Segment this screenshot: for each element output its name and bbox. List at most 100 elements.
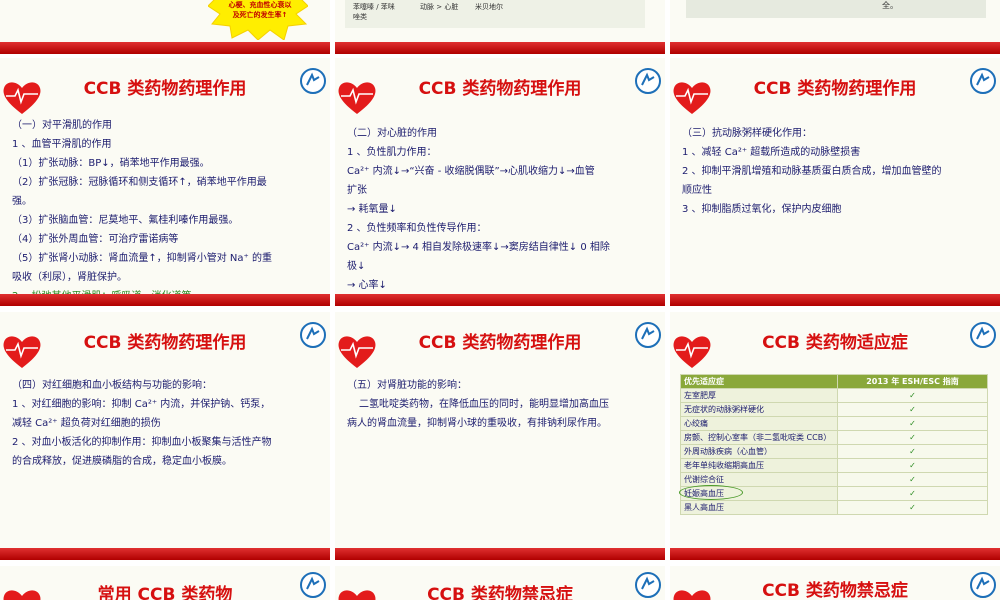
slide-pharmacology-1[interactable]: CCB 类药物药理作用 （一）对平滑肌的作用 1 、血管平滑肌的作用 （1）扩张… xyxy=(0,58,330,306)
text-line: Ca²⁺ 内流↓→ 4 相自发除极速率↓→窦房结自律性↓ 0 相除 xyxy=(347,242,610,253)
text-line: 2 、对血小板活化的抑制作用：抑制血小板聚集与活性产物 xyxy=(12,437,272,448)
university-logo-icon xyxy=(635,572,661,598)
text-line: （3）扩张脑血管：尼莫地平、氟桂利嗪作用最强。 xyxy=(12,215,239,226)
table-row: 左室肥厚 ✓ xyxy=(680,388,988,403)
bottom-red-bar xyxy=(0,548,330,560)
table-cell: 米贝地尔 xyxy=(475,3,503,11)
slide-common-drugs[interactable]: 常用 CCB 类药物 xyxy=(0,566,330,600)
check-icon: ✓ xyxy=(837,416,988,431)
slide-indications[interactable]: CCB 类药物适应症 优先适应症 2013 年 ESH/ESC 指南 左室肥厚 ✓… xyxy=(670,312,1000,560)
text-line: （四）对红细胞和血小板结构与功能的影响： xyxy=(12,380,212,391)
table-cell: 房颤、控制心室率（非二氢吡啶类 CCB） xyxy=(680,430,838,445)
university-logo-icon xyxy=(635,322,661,348)
table-row: 外周动脉疾病（心血管） ✓ xyxy=(680,444,988,459)
bottom-red-bar xyxy=(335,294,665,306)
university-logo-icon xyxy=(970,68,996,94)
table-cell: 左室肥厚 xyxy=(680,388,838,403)
table-row: 代谢综合征 ✓ xyxy=(680,472,988,487)
text-line: 减轻 Ca²⁺ 超负荷对红细胞的损伤 xyxy=(12,418,161,429)
table-header: 2013 年 ESH/ESC 指南 xyxy=(837,374,988,389)
text-line: 1 、血管平滑肌的作用 xyxy=(12,139,112,150)
slide-title: CCB 类药物禁忌症 xyxy=(427,585,573,600)
university-logo-icon xyxy=(970,572,996,598)
text-line: 2 、负性频率和负性传导作用： xyxy=(347,223,487,234)
text-line: （5）扩张肾小动脉：肾血流量↑，抑制肾小管对 Na⁺ 的重 xyxy=(12,253,272,264)
text-line: Ca²⁺ 内流↓→“兴奋 - 收缩脱偶联”→心肌收缩力↓→血管 xyxy=(347,166,595,177)
partial-table: 苯噻嗪 / 苯咪 唑类 动脉 > 心脏 米贝地尔 xyxy=(345,0,645,28)
check-icon: ✓ xyxy=(837,430,988,445)
slide-title: CCB 类药物药理作用 xyxy=(418,79,582,99)
table-row: 房颤、控制心室率（非二氢吡啶类 CCB） ✓ xyxy=(680,430,988,445)
slide-contraindications-2[interactable]: CCB 类药物禁忌症 xyxy=(670,566,1000,600)
text-line: 病人的肾血流量，抑制肾小球的重吸收，有排钠利尿作用。 xyxy=(347,418,607,429)
table-row: 妊娠高血压 ✓ xyxy=(679,485,988,501)
text-line: （五）对肾脏功能的影响： xyxy=(347,380,467,391)
table-row: 无症状的动脉粥样硬化 ✓ xyxy=(680,402,988,417)
bottom-red-bar xyxy=(335,42,665,54)
text-line: 强。 xyxy=(12,196,32,207)
text-line: 1 、负性肌力作用： xyxy=(347,147,437,158)
slide-body: （一）对平滑肌的作用 1 、血管平滑肌的作用 （1）扩张动脉：BP↓，硝苯地平作… xyxy=(12,116,320,306)
text-line: 极↓ xyxy=(347,261,366,272)
university-logo-icon xyxy=(970,322,996,348)
text-line: 1 、减轻 Ca²⁺ 超载所造成的动脉壁损害 xyxy=(682,147,861,158)
text-line: → 心率↓ xyxy=(347,280,387,291)
table-cell: 唑类 xyxy=(353,13,367,21)
table-row: 心绞痛 ✓ xyxy=(680,416,988,431)
slide-pharmacology-4[interactable]: CCB 类药物药理作用 （四）对红细胞和血小板结构与功能的影响： 1 、对红细胞… xyxy=(0,312,330,560)
table-header-row: 优先适应症 2013 年 ESH/ESC 指南 xyxy=(680,374,988,389)
slide-top-right[interactable]: 全。 xyxy=(670,0,1000,54)
check-icon: ✓ xyxy=(837,388,988,403)
text-line: → 耗氧量↓ xyxy=(347,204,397,215)
bottom-red-bar xyxy=(0,42,330,54)
slide-pharmacology-3[interactable]: CCB 类药物药理作用 （三）抗动脉粥样硬化作用： 1 、减轻 Ca²⁺ 超载所… xyxy=(670,58,1000,306)
text-line: 顺应性 xyxy=(682,185,712,196)
table-cell: 外周动脉疾病（心血管） xyxy=(680,444,838,459)
table-cell: 黑人高血压 xyxy=(680,500,838,515)
university-logo-icon xyxy=(300,572,326,598)
check-icon: ✓ xyxy=(837,444,988,459)
table-cell: 心绞痛 xyxy=(680,416,838,431)
text-line: 吸收（利尿），肾脏保护。 xyxy=(12,272,127,283)
slide-contraindications-1[interactable]: CCB 类药物禁忌症 xyxy=(335,566,665,600)
bottom-red-bar xyxy=(0,294,330,306)
bottom-red-bar xyxy=(670,294,1000,306)
slide-top-left[interactable]: 心梗、充血性心衰以 及死亡的发生率↑ xyxy=(0,0,330,54)
slide-title: CCB 类药物药理作用 xyxy=(753,79,917,99)
partial-text: 全。 xyxy=(882,1,898,10)
text-line: 的合成释放，促进膜磷脂的合成，稳定血小板膜。 xyxy=(12,456,232,467)
slide-title: CCB 类药物药理作用 xyxy=(83,79,247,99)
bottom-red-bar xyxy=(670,42,1000,54)
slide-title: CCB 类药物禁忌症 xyxy=(762,581,908,600)
indications-table: 优先适应症 2013 年 ESH/ESC 指南 左室肥厚 ✓ 无症状的动脉粥样硬化… xyxy=(679,374,988,515)
text-line: （1）扩张动脉：BP↓，硝苯地平作用最强。 xyxy=(12,158,210,169)
starburst-text: 心梗、充血性心衰以 及死亡的发生率↑ xyxy=(228,1,292,19)
slide-body: （三）抗动脉粥样硬化作用： 1 、减轻 Ca²⁺ 超载所造成的动脉壁损害 2 、… xyxy=(682,124,990,219)
table-cell: 无症状的动脉粥样硬化 xyxy=(680,402,838,417)
text-line: （二）对心脏的作用 xyxy=(347,128,437,139)
text-line: 二氢吡啶类药物，在降低血压的同时，能明显增加高血压 xyxy=(359,399,609,410)
slide-pharmacology-2[interactable]: CCB 类药物药理作用 （二）对心脏的作用 1 、负性肌力作用： Ca²⁺ 内流… xyxy=(335,58,665,306)
university-logo-icon xyxy=(635,68,661,94)
text-line: （三）抗动脉粥样硬化作用： xyxy=(682,128,812,139)
table-cell: 妊娠高血压 xyxy=(679,485,838,501)
slide-top-middle[interactable]: 苯噻嗪 / 苯咪 唑类 动脉 > 心脏 米贝地尔 xyxy=(335,0,665,54)
text-line: （2）扩张冠脉：冠脉循环和侧支循环↑，硝苯地平作用最 xyxy=(12,177,267,188)
table-header: 优先适应症 xyxy=(680,374,838,389)
table-cell: 苯噻嗪 / 苯咪 xyxy=(353,3,395,11)
slide-title: CCB 类药物药理作用 xyxy=(418,333,582,353)
check-icon: ✓ xyxy=(837,458,988,473)
check-icon: ✓ xyxy=(837,500,988,515)
text-line: （4）扩张外周血管：可治疗雷诺病等 xyxy=(12,234,179,245)
text-line: 3 、抑制脂质过氧化，保护内皮细胞 xyxy=(682,204,842,215)
slide-body: （四）对红细胞和血小板结构与功能的影响： 1 、对红细胞的影响：抑制 Ca²⁺ … xyxy=(12,376,320,471)
slide-title: CCB 类药物药理作用 xyxy=(83,333,247,353)
university-logo-icon xyxy=(300,68,326,94)
table-cell: 老年单纯收缩期高血压 xyxy=(680,458,838,473)
slide-pharmacology-5[interactable]: CCB 类药物药理作用 （五）对肾脏功能的影响： 二氢吡啶类药物，在降低血压的同… xyxy=(335,312,665,560)
slide-body: （二）对心脏的作用 1 、负性肌力作用： Ca²⁺ 内流↓→“兴奋 - 收缩脱偶… xyxy=(347,124,655,295)
check-icon: ✓ xyxy=(837,486,988,501)
slide-title: CCB 类药物适应症 xyxy=(762,333,908,353)
text-line: （一）对平滑肌的作用 xyxy=(12,120,112,131)
check-icon: ✓ xyxy=(837,472,988,487)
